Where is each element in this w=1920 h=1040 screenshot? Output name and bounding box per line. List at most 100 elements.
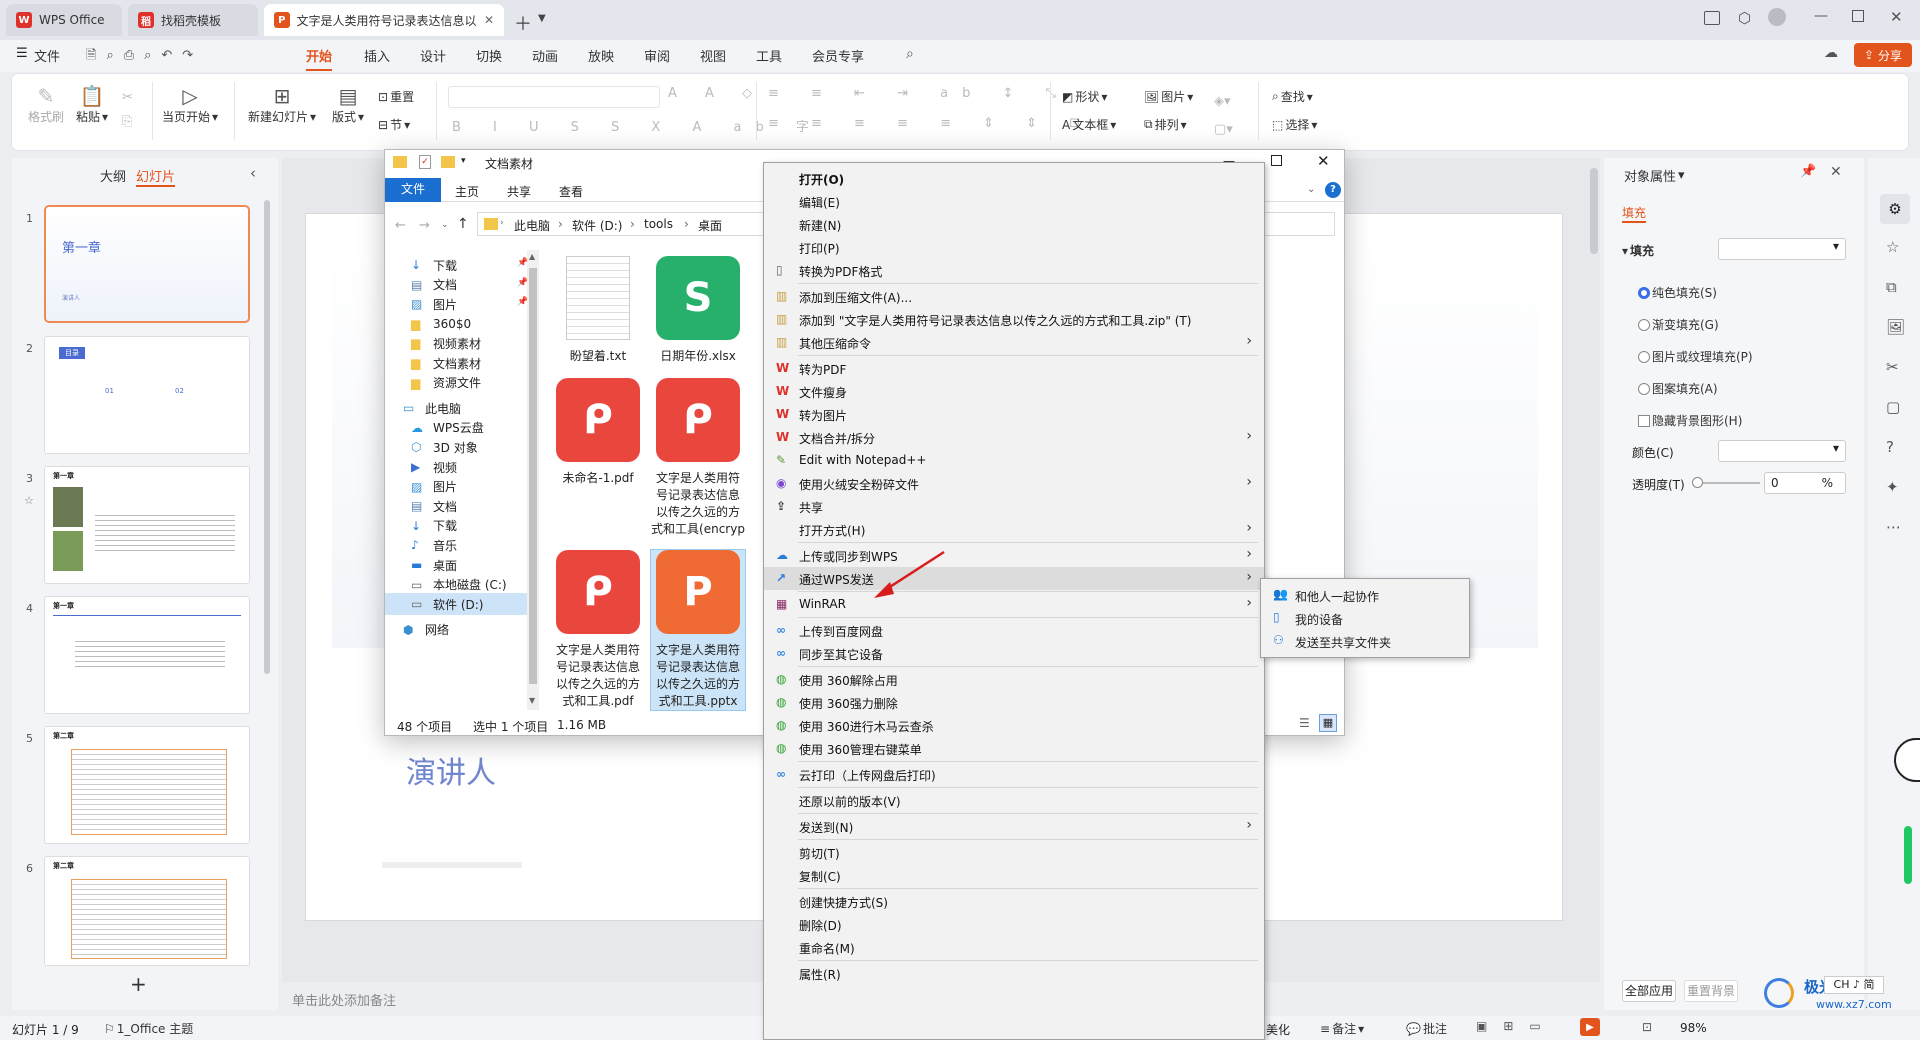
solid-fill-radio[interactable]: 纯色填充(S) — [1638, 284, 1717, 301]
slide-thumbnail-3[interactable]: 第一章 — [44, 466, 250, 584]
search-icon[interactable]: ⌕ — [906, 46, 914, 62]
restore-icon[interactable] — [1852, 10, 1864, 22]
tab-slides[interactable]: 幻灯片 — [136, 166, 176, 187]
picture-fill-radio[interactable]: 图片或纹理填充(P) — [1638, 348, 1753, 365]
context-menu-item[interactable]: W 文件瘦身 — [764, 380, 1264, 403]
file-item[interactable]: 盼望着.txt — [551, 256, 645, 365]
context-menu-item[interactable]: ▥ 添加到压缩文件(A)... — [764, 285, 1264, 308]
cube-icon[interactable]: ⬡ — [1738, 9, 1751, 27]
zoom-level[interactable]: 98% — [1680, 1021, 1707, 1035]
fill-outline-icons[interactable]: ◈▾ ▢▾ — [1214, 88, 1233, 144]
menu-review[interactable]: 审阅 — [644, 46, 670, 65]
menu-transition[interactable]: 切换 — [476, 46, 502, 65]
context-menu-item[interactable]: ◍ 使用 360进行木马云查杀 — [764, 714, 1264, 737]
pattern-fill-radio[interactable]: 图案填充(A) — [1638, 380, 1718, 397]
context-menu-item[interactable]: W 转为PDF — [764, 357, 1264, 380]
layout-button[interactable]: ▤ 版式 ▾ — [332, 84, 364, 125]
reset-button[interactable]: ⊡ 重置 — [378, 88, 414, 105]
share-button[interactable]: ⇪ 分享 — [1854, 43, 1912, 67]
theme-label[interactable]: ⚐ 1_Office 主题 — [104, 1020, 193, 1037]
font-family-select[interactable] — [448, 86, 660, 108]
slide-thumbnail-5[interactable]: 第二章 — [44, 726, 250, 844]
file-item[interactable]: S 日期年份.xlsx — [651, 256, 745, 365]
new-slide-button[interactable]: ⊞ 新建幻灯片 ▾ — [248, 84, 316, 125]
file-item[interactable]: ᑭ 未命名-1.pdf — [551, 378, 645, 487]
tab-wps-office[interactable]: W WPS Office — [6, 4, 122, 36]
context-menu-item[interactable]: ◍ 使用 360管理右键菜单 — [764, 737, 1264, 760]
canvas-scrollbar[interactable] — [1590, 168, 1598, 254]
slide-thumbnail-2[interactable]: 目录 01 02 — [44, 336, 250, 454]
slide-thumbnail-1[interactable]: 第一章 演讲人 — [44, 205, 250, 323]
help-icon[interactable]: ? — [1886, 438, 1894, 456]
quick-access-icons[interactable]: 🗎⌕⎙⌕↶↷ — [86, 46, 203, 68]
breadcrumb-item[interactable]: 桌面 — [698, 217, 722, 234]
slider-handle[interactable] — [1692, 477, 1703, 488]
fill-type-select[interactable]: ▾ — [1718, 238, 1846, 260]
menu-design[interactable]: 设计 — [420, 46, 446, 65]
fill-section-header[interactable]: ▾ 填充 — [1622, 242, 1654, 259]
breadcrumb-item[interactable]: tools — [644, 217, 673, 231]
file-item[interactable]: ᑭ 文字是人类用符号记录表达信息以传之久远的方式和工具.pdf — [551, 550, 645, 710]
layout-icon[interactable] — [1704, 11, 1720, 25]
context-menu-item[interactable]: ◍ 使用 360强力删除 — [764, 691, 1264, 714]
context-menu-item[interactable]: ↗ 通过WPS发送 › — [764, 567, 1264, 590]
close-window-icon[interactable]: ✕ — [1890, 8, 1903, 26]
comments-button[interactable]: 💬 批注 — [1406, 1020, 1447, 1037]
context-menu-item[interactable]: W 转为图片 — [764, 403, 1264, 426]
find-button[interactable]: ⌕ 查找 ▾ — [1272, 88, 1313, 105]
hide-background-checkbox[interactable]: 隐藏背景图形(H) — [1638, 412, 1742, 429]
cloud-sync-icon[interactable]: ☁ — [1824, 45, 1838, 61]
large-icons-view-icon[interactable]: ▦ — [1319, 714, 1337, 732]
apply-all-button[interactable]: 全部应用 — [1622, 980, 1676, 1002]
reset-background-button[interactable]: 重置背景 — [1684, 980, 1738, 1002]
pin-icon[interactable]: 📌 — [1800, 164, 1816, 179]
expand-ribbon-icon[interactable]: ⌄ — [1307, 184, 1315, 195]
tab-outline[interactable]: 大纲 — [100, 166, 126, 185]
arrange-button[interactable]: ⧉ 排列 ▾ — [1144, 116, 1187, 133]
context-menu-item[interactable]: ∞ 上传到百度网盘 — [764, 619, 1264, 642]
nav-scrollbar[interactable]: ▲ ▼ — [527, 250, 539, 710]
properties-tool-icon[interactable]: ⚙ — [1880, 194, 1910, 224]
cut-copy-icons[interactable]: ✂ ⎘ — [122, 86, 133, 134]
menu-tools[interactable]: 工具 — [756, 46, 782, 65]
context-menu-item[interactable]: 打印(P) — [764, 236, 1264, 259]
nav-item[interactable]: ▭ 软件 (D:) — [385, 593, 527, 616]
context-menu-item[interactable]: 打开方式(H) › — [764, 518, 1264, 541]
context-menu-item[interactable]: 还原以前的版本(V) — [764, 789, 1264, 812]
shape-button[interactable]: ◩ 形状 ▾ — [1062, 88, 1107, 105]
play-button[interactable]: ▶ — [1580, 1018, 1600, 1036]
context-menu-item[interactable]: ▥ 添加到 "文字是人类用符号记录表达信息以传之久远的方式和工具.zip" (T) — [764, 308, 1264, 331]
recent-icon[interactable]: ⌄ — [441, 220, 449, 230]
explorer-tab-share[interactable]: 共享 — [507, 183, 531, 200]
close-panel-icon[interactable]: ✕ — [1830, 164, 1842, 180]
submenu-item[interactable]: ▯ 我的设备 — [1261, 606, 1469, 629]
fit-window-icon[interactable]: ⊡ — [1642, 1020, 1652, 1034]
puzzle-icon[interactable]: ✦ — [1886, 478, 1899, 496]
new-folder-icon[interactable] — [441, 156, 455, 168]
picture-button[interactable]: 🖼 图片 ▾ — [1144, 88, 1193, 105]
close-icon[interactable]: ✕ — [1317, 152, 1330, 170]
menu-member[interactable]: 会员专享 — [812, 46, 864, 65]
image-tool-icon[interactable]: 🖼 — [1886, 318, 1905, 336]
more-icon[interactable]: ⋯ — [1886, 518, 1901, 536]
context-menu-item[interactable]: 编辑(E) — [764, 190, 1264, 213]
play-current-button[interactable]: ▷ 当页开始 ▾ — [162, 84, 218, 125]
transparency-input[interactable]: 0% — [1764, 472, 1846, 494]
breadcrumb-item[interactable]: 此电脑 — [514, 217, 550, 234]
transparency-slider[interactable] — [1692, 477, 1760, 488]
paragraph-icons[interactable]: ≡ ≡ ⇤ ⇥ ab ↕ ⤡ — [768, 86, 1070, 101]
explorer-tab-file[interactable]: 文件 — [385, 178, 441, 202]
avatar[interactable] — [1768, 8, 1786, 26]
beautify-button[interactable]: 美化 — [1266, 1021, 1290, 1038]
hamburger-icon[interactable]: ☰ — [16, 46, 28, 61]
back-icon[interactable]: ← — [395, 218, 406, 233]
submenu-item[interactable]: ⚇ 发送至共享文件夹 — [1261, 629, 1469, 652]
context-menu-item[interactable]: ◍ 使用 360解除占用 — [764, 668, 1264, 691]
context-menu-item[interactable]: 打开(O) — [764, 167, 1264, 190]
paste-button[interactable]: 📋 粘贴 ▾ — [76, 84, 108, 125]
color-select[interactable]: ▾ — [1718, 440, 1846, 462]
context-menu-item[interactable]: 属性(R) — [764, 962, 1264, 985]
ime-indicator[interactable]: CH ♪ 简 — [1824, 976, 1884, 994]
star-icon[interactable]: ☆ — [24, 494, 34, 507]
properties-title[interactable]: 对象属性 ▾ — [1624, 166, 1685, 185]
